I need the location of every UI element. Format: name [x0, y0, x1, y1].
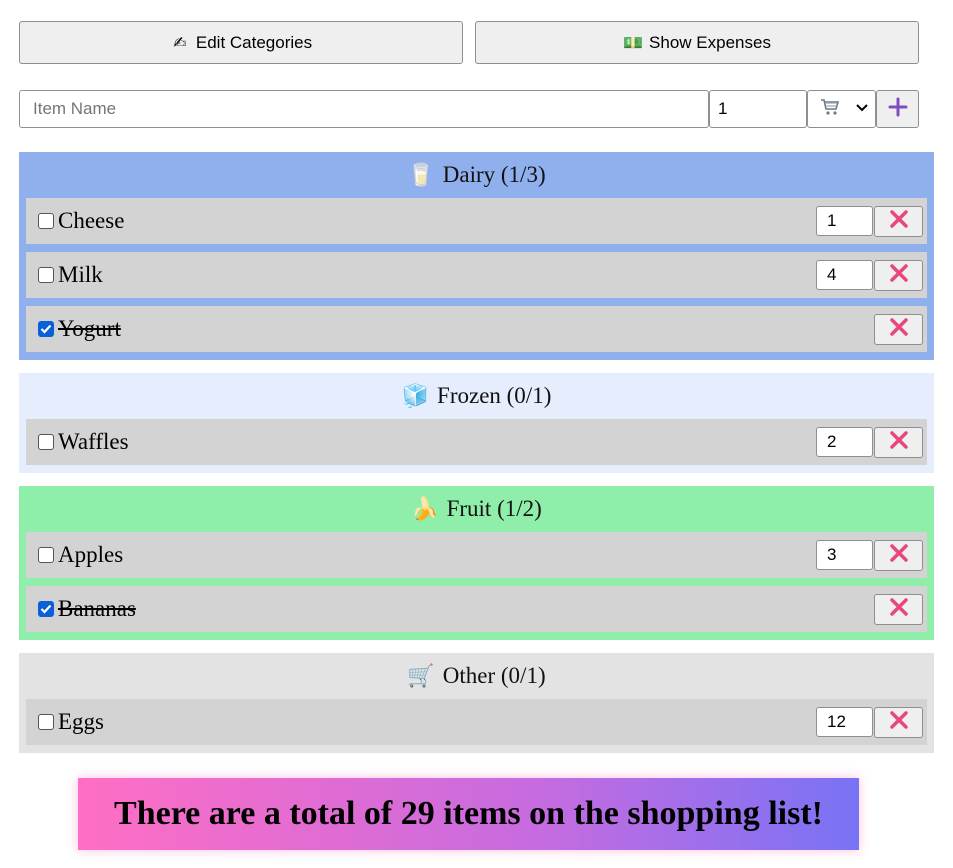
category-header: 🥛 Dairy (1/3): [26, 152, 927, 198]
item-checkbox[interactable]: [38, 321, 54, 337]
item-quantity-input[interactable]: 2: [816, 427, 873, 457]
close-icon: [889, 597, 909, 622]
category-title: Fruit (1/2): [446, 496, 542, 521]
item-quantity-value: 4: [827, 265, 837, 284]
summary-banner: There are a total of 29 items on the sho…: [78, 778, 859, 850]
item-checkbox[interactable]: [38, 714, 54, 730]
delete-item-button[interactable]: [874, 540, 923, 571]
item-quantity-input[interactable]: 1: [816, 206, 873, 236]
delete-item-button[interactable]: [874, 314, 923, 345]
item-name-input[interactable]: [19, 90, 709, 128]
list-item: Bananas: [26, 586, 927, 632]
item-quantity-value: 12: [827, 712, 846, 731]
money-icon: 💵: [623, 34, 643, 52]
show-expenses-button[interactable]: 💵 Show Expenses: [475, 21, 919, 64]
category-select[interactable]: [807, 90, 876, 128]
close-icon: [889, 543, 909, 568]
category-section: 🍌 Fruit (1/2) Apples 3 Bananas: [19, 486, 934, 640]
list-item: Waffles 2: [26, 419, 927, 465]
delete-item-button[interactable]: [874, 260, 923, 291]
quantity-value: 1: [718, 99, 728, 118]
edit-categories-label: Edit Categories: [195, 32, 313, 52]
category-section: 🧊 Frozen (0/1) Waffles 2: [19, 373, 934, 473]
item-quantity-value: 3: [827, 545, 837, 564]
item-name: Apples: [58, 542, 124, 567]
quantity-input[interactable]: 1: [709, 90, 807, 128]
category-header: 🛒 Other (0/1): [26, 653, 927, 699]
item-quantity-input[interactable]: 4: [816, 260, 873, 290]
item-quantity-value: 2: [827, 432, 837, 451]
item-name: Waffles: [58, 429, 129, 454]
item-name: Bananas: [58, 596, 136, 621]
milk-glass-icon: 🥛: [407, 162, 435, 187]
category-section: 🛒 Other (0/1) Eggs 12: [19, 653, 934, 753]
list-item: Cheese 1: [26, 198, 927, 244]
delete-item-button[interactable]: [874, 206, 923, 237]
shopping-cart-icon: [820, 98, 840, 121]
item-name: Yogurt: [58, 316, 121, 341]
writing-hand-icon: ✍: [173, 34, 187, 52]
close-icon: [889, 710, 909, 735]
category-title: Other (0/1): [442, 663, 546, 688]
item-name: Cheese: [58, 208, 125, 233]
item-quantity-input[interactable]: 3: [816, 540, 873, 570]
ice-cube-icon: 🧊: [401, 383, 430, 408]
item-quantity-value: 1: [827, 211, 837, 230]
item-checkbox[interactable]: [38, 601, 54, 617]
item-checkbox[interactable]: [38, 547, 54, 563]
close-icon: [889, 209, 909, 234]
close-icon: [889, 430, 909, 455]
item-name: Milk: [58, 262, 103, 287]
category-header: 🍌 Fruit (1/2): [26, 486, 927, 532]
add-item-button[interactable]: [876, 90, 919, 128]
banana-icon: 🍌: [411, 496, 439, 521]
show-expenses-label: Show Expenses: [649, 32, 771, 52]
list-item: Apples 3: [26, 532, 927, 578]
close-icon: [889, 263, 909, 288]
list-item: Yogurt: [26, 306, 927, 352]
delete-item-button[interactable]: [874, 594, 923, 625]
item-checkbox[interactable]: [38, 267, 54, 283]
delete-item-button[interactable]: [874, 707, 923, 738]
item-checkbox[interactable]: [38, 434, 54, 450]
item-name: Eggs: [58, 709, 104, 734]
item-checkbox[interactable]: [38, 213, 54, 229]
category-section: 🥛 Dairy (1/3) Cheese 1 Milk 4 Yogurt: [19, 152, 934, 360]
close-icon: [889, 317, 909, 342]
chevron-down-icon: [855, 100, 869, 118]
delete-item-button[interactable]: [874, 427, 923, 458]
add-item-form: 1: [19, 90, 919, 128]
shopping-cart-icon: 🛒: [407, 663, 435, 688]
edit-categories-button[interactable]: ✍ Edit Categories: [19, 21, 463, 64]
list-item: Eggs 12: [26, 699, 927, 745]
plus-icon: [888, 97, 908, 122]
list-item: Milk 4: [26, 252, 927, 298]
category-header: 🧊 Frozen (0/1): [26, 373, 927, 419]
item-quantity-input[interactable]: 12: [816, 707, 873, 737]
category-title: Dairy (1/3): [442, 162, 546, 187]
category-title: Frozen (0/1): [437, 383, 552, 408]
